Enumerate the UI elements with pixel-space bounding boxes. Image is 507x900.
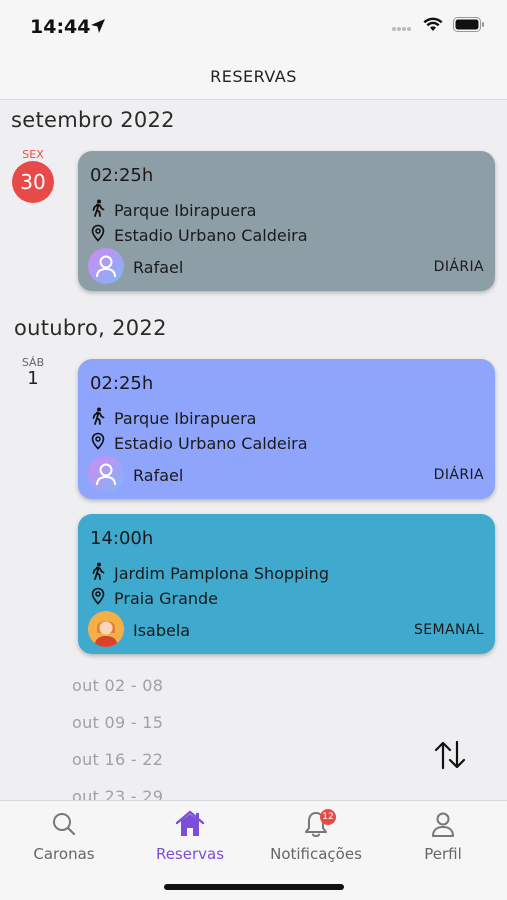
tab-label: Notificações <box>270 845 362 863</box>
battery-icon <box>453 17 485 36</box>
tab-notificacoes[interactable]: 12 Notificações <box>256 809 376 863</box>
card-time: 02:25h <box>90 373 154 394</box>
tab-caronas[interactable]: Caronas <box>4 809 124 863</box>
reservation-card[interactable]: 02:25h Parque Ibirapuera Estadio Urbano … <box>78 151 495 291</box>
walking-icon <box>90 407 106 429</box>
tab-label: Perfil <box>424 845 462 863</box>
card-time: 14:00h <box>90 528 154 549</box>
card-destination: Estadio Urbano Caldeira <box>90 224 308 246</box>
sort-button[interactable] <box>432 738 468 772</box>
week-range[interactable]: out 23 - 29 <box>72 787 163 800</box>
week-range[interactable]: out 09 - 15 <box>72 713 163 732</box>
search-icon <box>4 809 124 839</box>
home-indicator <box>164 884 344 890</box>
walking-icon <box>90 199 106 221</box>
frequency-badge: DIÁRIA <box>433 467 484 483</box>
origin-label: Jardim Pamplona Shopping <box>114 563 329 583</box>
status-time: 14:44 <box>30 16 91 38</box>
signal-dots-icon <box>391 17 413 36</box>
destination-label: Estadio Urbano Caldeira <box>114 433 308 453</box>
sort-arrows-icon <box>434 740 466 770</box>
status-bar: 14:44 <box>0 0 507 56</box>
card-destination: Estadio Urbano Caldeira <box>90 432 308 454</box>
month-header: setembro 2022 <box>11 108 175 132</box>
wifi-icon <box>423 17 443 36</box>
person-name: Rafael <box>133 258 184 277</box>
avatar-photo <box>88 611 124 647</box>
location-pin-icon <box>90 432 106 454</box>
reservations-list[interactable]: setembro 2022 SEX 30 02:25h Parque Ibira… <box>0 100 507 800</box>
card-origin: Parque Ibirapuera <box>90 199 256 221</box>
person-name: Rafael <box>133 466 184 485</box>
location-pin-icon <box>90 224 106 246</box>
location-pin-icon <box>90 587 106 609</box>
tab-label: Caronas <box>33 845 95 863</box>
avatar <box>88 456 124 492</box>
person-icon <box>383 809 503 839</box>
location-arrow-icon <box>90 18 106 38</box>
home-icon <box>130 809 250 839</box>
card-origin: Jardim Pamplona Shopping <box>90 562 329 584</box>
reservation-card[interactable]: 02:25h Parque Ibirapuera Estadio Urbano … <box>78 359 495 499</box>
bell-icon: 12 <box>256 809 376 839</box>
week-range[interactable]: out 16 - 22 <box>72 750 163 769</box>
walking-icon <box>90 562 106 584</box>
person-name: Isabela <box>133 621 191 640</box>
day-abbr: SEX <box>22 148 44 161</box>
frequency-badge: SEMANAL <box>413 622 484 638</box>
month-header: outubro, 2022 <box>14 316 167 340</box>
tab-label: Reservas <box>155 845 225 863</box>
destination-label: Estadio Urbano Caldeira <box>114 225 308 245</box>
day-number-today: 30 <box>12 161 54 203</box>
week-range[interactable]: out 02 - 08 <box>72 676 163 695</box>
frequency-badge: DIÁRIA <box>433 259 484 275</box>
card-origin: Parque Ibirapuera <box>90 407 256 429</box>
avatar <box>88 248 124 284</box>
tab-perfil[interactable]: Perfil <box>383 809 503 863</box>
reservation-card[interactable]: 14:00h Jardim Pamplona Shopping Praia Gr… <box>78 514 495 654</box>
card-destination: Praia Grande <box>90 587 218 609</box>
navigation-bar: RESERVAS <box>0 56 507 100</box>
day-number: 1 <box>27 368 39 389</box>
status-icons <box>391 17 485 36</box>
tab-reservas[interactable]: Reservas <box>130 809 250 863</box>
origin-label: Parque Ibirapuera <box>114 200 257 220</box>
card-time: 02:25h <box>90 165 154 186</box>
origin-label: Parque Ibirapuera <box>114 408 257 428</box>
destination-label: Praia Grande <box>114 588 219 608</box>
page-title: RESERVAS <box>210 67 297 86</box>
notification-badge: 12 <box>320 809 336 825</box>
